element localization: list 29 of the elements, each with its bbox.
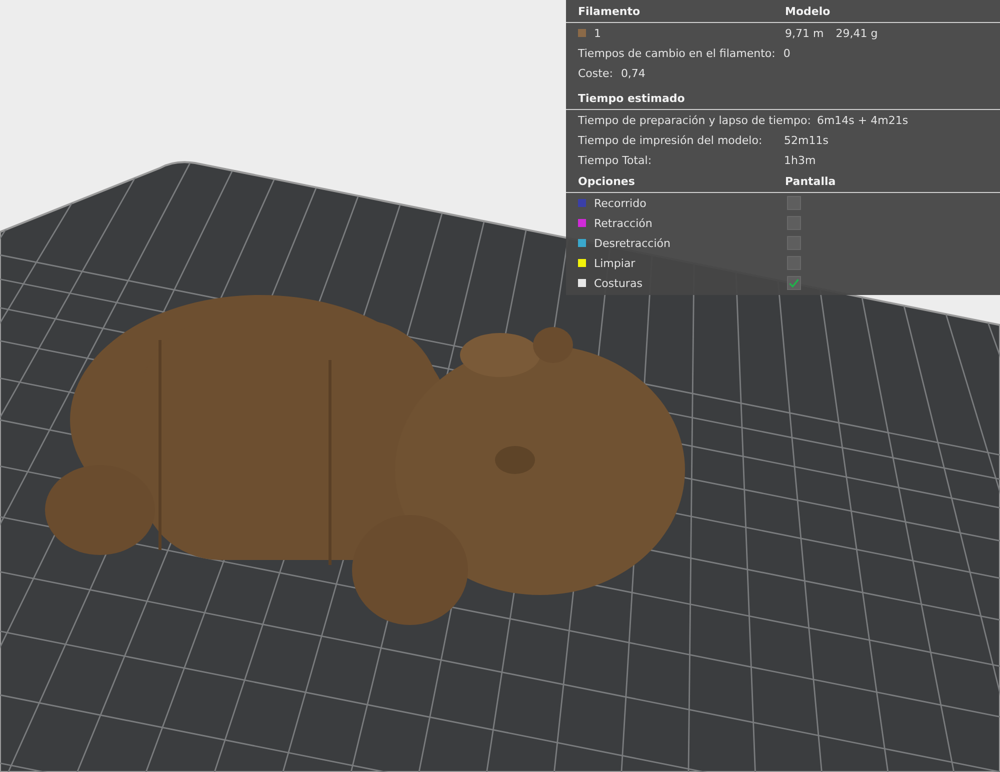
option-label: Limpiar (594, 256, 636, 270)
display-checkbox[interactable] (787, 256, 801, 270)
time-label: Tiempo de impresión del modelo: (578, 134, 764, 146)
time-value: 6m14s + 4m21s (816, 114, 908, 126)
column-header: Modelo (785, 4, 830, 18)
option-label: Retracción (594, 216, 652, 230)
checkmark-icon (788, 276, 800, 290)
display-checkbox[interactable] (787, 236, 801, 250)
filament-weight: 29,41 g (836, 26, 878, 40)
column-header: Opciones (578, 174, 636, 188)
stat-value: 0,74 (620, 66, 646, 80)
display-checkbox[interactable] (787, 276, 801, 290)
time-value: 1h3m (784, 154, 816, 166)
filament-index: 1 (594, 26, 601, 40)
section-title: Tiempo estimado (578, 92, 685, 104)
time-label: Tiempo Total: (578, 154, 653, 166)
option-label: Recorrido (594, 196, 646, 210)
option-label: Desretracción (594, 236, 670, 250)
column-header: Pantalla (785, 174, 836, 188)
filament-length: 9,71 m (785, 26, 824, 40)
stat-label: Coste: (578, 66, 613, 80)
display-checkbox[interactable] (787, 216, 801, 230)
time-label: Tiempo de preparación y lapso de tiempo: (578, 114, 811, 126)
option-label: Costuras (594, 276, 642, 290)
column-header: Filamento (578, 4, 642, 18)
stat-value: 0 (783, 46, 790, 60)
time-value: 52m11s (784, 134, 828, 146)
stat-label: Tiempos de cambio en el filamento: (578, 46, 776, 60)
display-checkbox[interactable] (787, 196, 801, 210)
